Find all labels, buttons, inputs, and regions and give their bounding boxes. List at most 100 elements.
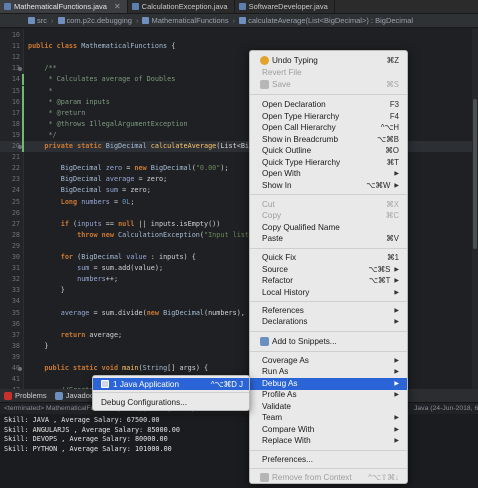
code-text: numbers++; xyxy=(77,275,119,284)
problems-icon xyxy=(4,391,12,400)
code-text: * @param inputs xyxy=(28,97,110,106)
menu-item-profile-as[interactable]: Profile As ▶ xyxy=(250,389,407,401)
tab-calculationexception[interactable]: CalculationException.java xyxy=(128,0,235,13)
menu-item-revert-file[interactable]: Revert File xyxy=(250,67,407,79)
breadcrumb-item-class[interactable]: MathematicalFunctions xyxy=(142,16,229,25)
change-marker xyxy=(22,118,24,130)
menu-item-open-type-hierarchy[interactable]: Open Type Hierarchy F4 xyxy=(250,111,407,123)
line-number: 36 xyxy=(11,319,20,328)
editor-tab-bar: MathematicalFunctions.java ✕ Calculation… xyxy=(0,0,478,14)
line-number: 26 xyxy=(11,208,20,217)
line-number: 32 xyxy=(11,275,20,284)
tab-javadoc[interactable]: Javadoc xyxy=(54,391,94,400)
code-text: Long numbers = 0L; xyxy=(60,197,135,206)
undo-icon xyxy=(260,56,269,66)
code-text: * @throws IllegalArgumentException xyxy=(28,119,188,128)
line-number: 25 xyxy=(11,197,20,206)
submenu-arrow-icon: ▶ xyxy=(394,183,399,190)
breadcrumb-item-method[interactable]: calculateAverage(List<BigDecimal>) : Big… xyxy=(239,16,413,25)
menu-item-replace-with[interactable]: Replace With ▶ xyxy=(250,435,407,447)
menu-item-open-declaration[interactable]: Open Declaration F3 xyxy=(250,99,407,111)
menu-separator xyxy=(93,392,249,393)
breadcrumb-item-src[interactable]: src xyxy=(28,16,47,25)
menu-item-debug-as[interactable]: Debug As ▶ xyxy=(250,378,407,390)
chevron-right-icon: › xyxy=(51,16,54,25)
menu-item-local-history[interactable]: Local History ▶ xyxy=(250,287,407,299)
line-number: 21 xyxy=(11,153,20,162)
menu-item-preferences[interactable]: Preferences... xyxy=(250,454,407,466)
line-number: 39 xyxy=(11,352,20,361)
menu-item-save[interactable]: Save ⌘S xyxy=(250,79,407,91)
menu-separator xyxy=(250,94,407,95)
submenu-arrow-icon: ▶ xyxy=(394,438,399,445)
menu-item-add-to-snippets[interactable]: Add to Snippets... xyxy=(250,336,407,348)
breadcrumb: src › com.p2c.debugging › MathematicalFu… xyxy=(0,14,478,28)
submenu-arrow-icon: ▶ xyxy=(394,267,399,274)
chevron-right-icon: › xyxy=(232,16,236,25)
snippet-icon xyxy=(260,337,269,347)
code-text: * xyxy=(28,86,53,95)
menu-item-copy-qualified-name[interactable]: Copy Qualified Name xyxy=(250,222,407,234)
submenu-arrow-icon: ▶ xyxy=(394,427,399,434)
submenu-arrow-icon: ▶ xyxy=(394,392,399,399)
line-number: 35 xyxy=(11,308,20,317)
menu-item-validate[interactable]: Validate xyxy=(250,401,407,413)
scrollbar-thumb[interactable] xyxy=(473,99,477,249)
submenu-arrow-icon: ▶ xyxy=(394,358,399,365)
menu-item-declarations[interactable]: Declarations ▶ xyxy=(250,316,407,328)
menu-item-compare-with[interactable]: Compare With ▶ xyxy=(250,424,407,436)
menu-item-quick-fix[interactable]: Quick Fix ⌘1 xyxy=(250,252,407,264)
tab-label: SoftwareDeveloper.java xyxy=(248,2,328,11)
code-text: sum = sum.add(value); xyxy=(77,264,164,273)
menu-item-open-with[interactable]: Open With ▶ xyxy=(250,168,407,180)
submenu-arrow-icon: ▶ xyxy=(394,290,399,297)
line-number: 30 xyxy=(11,253,20,261)
menu-item-remove-from-context[interactable]: Remove from Context ^⌥⇧⌘↓ xyxy=(250,472,407,484)
close-icon[interactable]: ✕ xyxy=(114,2,121,11)
submenu-item-debug-configurations[interactable]: Debug Configurations... xyxy=(93,396,249,408)
menu-item-source[interactable]: Source ⌥⌘S ▶ xyxy=(250,264,407,276)
tab-softwaredeveloper[interactable]: SoftwareDeveloper.java xyxy=(235,0,335,13)
editor-scrollbar[interactable] xyxy=(472,29,478,389)
tab-label: CalculationException.java xyxy=(141,2,228,11)
code-text: private static BigDecimal calculateAvera… xyxy=(44,142,262,150)
fold-marker-icon[interactable] xyxy=(18,367,22,371)
remove-context-icon xyxy=(260,473,269,483)
code-line[interactable]: 10 xyxy=(0,30,478,41)
menu-item-quick-type-hierarchy[interactable]: Quick Type Hierarchy ⌘T xyxy=(250,157,407,169)
submenu-item-java-application[interactable]: 1 Java Application ^⌥⌘D J xyxy=(93,378,249,390)
menu-item-coverage-as[interactable]: Coverage As ▶ xyxy=(250,355,407,367)
change-marker xyxy=(22,107,24,119)
menu-item-open-call-hierarchy[interactable]: Open Call Hierarchy ^⌥H xyxy=(250,122,407,134)
menu-item-quick-outline[interactable]: Quick Outline ⌘O xyxy=(250,145,407,157)
java-file-icon xyxy=(238,3,246,10)
line-number: 16 xyxy=(11,97,20,106)
line-number: 24 xyxy=(11,186,20,195)
tab-problems[interactable]: Problems xyxy=(4,391,47,400)
submenu-arrow-icon: ▶ xyxy=(394,319,399,326)
menu-item-show-in[interactable]: Show In ⌥⌘W ▶ xyxy=(250,180,407,192)
menu-item-refactor[interactable]: Refactor ⌥⌘T ▶ xyxy=(250,275,407,287)
fold-marker-icon[interactable] xyxy=(18,67,22,72)
menu-item-team[interactable]: Team ▶ xyxy=(250,412,407,424)
menu-item-undo-typing[interactable]: Undo Typing ⌘Z xyxy=(250,55,407,67)
line-number: 17 xyxy=(11,108,20,117)
menu-item-show-in-breadcrumb[interactable]: Show in Breadcrumb ⌥⌘B xyxy=(250,134,407,146)
line-number: 23 xyxy=(11,175,20,184)
java-file-icon xyxy=(4,3,11,10)
menu-item-paste[interactable]: Paste ⌘V xyxy=(250,233,407,245)
line-number: 41 xyxy=(11,375,20,384)
line-number: 34 xyxy=(11,297,20,306)
breadcrumb-item-package[interactable]: com.p2c.debugging xyxy=(57,16,132,25)
menu-item-copy[interactable]: Copy ⌘C xyxy=(250,210,407,222)
tab-mathematicalfunctions[interactable]: MathematicalFunctions.java ✕ xyxy=(0,0,128,13)
menu-item-run-as[interactable]: Run As ▶ xyxy=(250,366,407,378)
code-text: BigDecimal average = zero; xyxy=(60,175,168,184)
menu-item-references[interactable]: References ▶ xyxy=(250,305,407,317)
code-text: /** xyxy=(44,64,57,73)
menu-separator xyxy=(250,450,407,451)
menu-item-cut[interactable]: Cut ⌘X xyxy=(250,199,407,211)
menu-separator xyxy=(250,331,407,332)
line-number: 10 xyxy=(11,31,20,39)
menu-separator xyxy=(250,468,407,469)
